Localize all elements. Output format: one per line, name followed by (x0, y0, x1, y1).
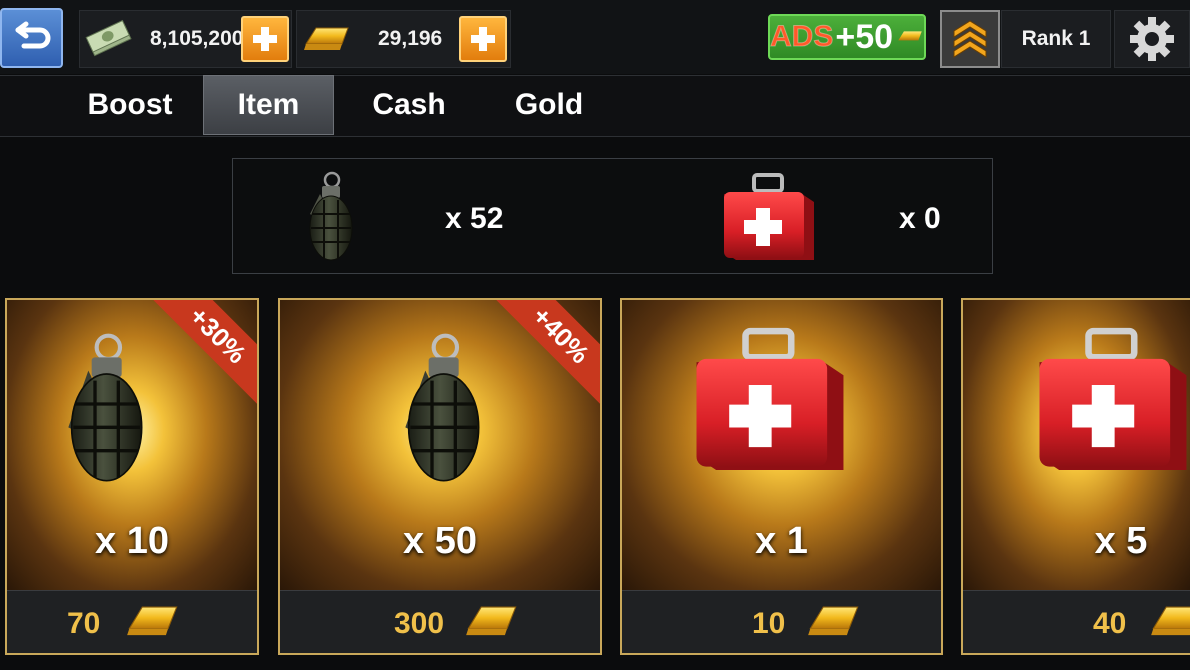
gold-bar-icon (898, 31, 922, 41)
card-price: 300 (394, 607, 445, 640)
gold-bar-icon (300, 20, 352, 61)
card-quantity: x 1 (755, 520, 808, 562)
back-arrow-icon (15, 21, 50, 49)
tab-item[interactable]: Item (203, 75, 334, 135)
gold-bar-icon (127, 606, 178, 636)
card-price-bar: 300 (280, 590, 600, 653)
medkit-icon (696, 327, 844, 470)
tab-boost[interactable]: Boost (62, 75, 198, 135)
medkit-icon (720, 172, 818, 271)
medkit-icon (1039, 327, 1187, 470)
back-button[interactable] (0, 8, 63, 68)
gold-bar-icon (1151, 606, 1190, 636)
card-quantity: x 10 (95, 520, 169, 562)
cash-icon (84, 18, 134, 65)
settings-button[interactable] (1114, 10, 1190, 68)
tab-label: Item (237, 88, 300, 121)
card-price: 10 (752, 607, 786, 640)
card-price-bar: 40 (963, 590, 1190, 653)
cash-amount: 8,105,200 (150, 27, 244, 50)
plus-icon (471, 27, 495, 51)
gold-amount: 29,196 (378, 27, 443, 50)
tab-label: Boost (87, 88, 173, 121)
rank-badge (940, 10, 1000, 68)
card-price: 40 (1093, 607, 1127, 640)
shop-card-medkit-1[interactable]: x 1 10 (620, 298, 943, 655)
gear-icon (1130, 17, 1174, 61)
card-quantity: x 5 (1094, 520, 1148, 562)
grenade-icon (300, 170, 360, 269)
tab-gold[interactable]: Gold (480, 75, 618, 135)
plus-icon (253, 27, 277, 51)
tab-label: Cash (372, 88, 446, 121)
card-price-bar: 70 (7, 590, 257, 653)
rank-chevron-icon (953, 20, 987, 58)
rank-panel: Rank 1 (1001, 10, 1111, 68)
card-price: 70 (67, 607, 101, 640)
grenade-icon (68, 333, 143, 482)
ads-bonus: +50 (835, 17, 894, 56)
grenade-count: x 52 (445, 202, 504, 235)
grenade-icon (405, 333, 480, 482)
shop-card-medkit-5[interactable]: x 5 40 (961, 298, 1190, 655)
rank-label: Rank 1 (1021, 27, 1091, 50)
tab-label: Gold (514, 88, 584, 121)
add-gold-button[interactable] (459, 16, 507, 62)
shop-card-grenade-10[interactable]: +30% x 10 70 (5, 298, 259, 655)
gold-bar-icon (466, 606, 517, 636)
medkit-count: x 0 (899, 202, 941, 235)
ads-label: ADS (769, 20, 834, 54)
card-price-bar: 10 (622, 590, 941, 653)
tab-cash[interactable]: Cash (340, 75, 478, 135)
ads-reward-button[interactable]: ADS +50 (768, 14, 926, 60)
shop-card-grenade-50[interactable]: +40% x 50 300 (278, 298, 602, 655)
add-cash-button[interactable] (241, 16, 289, 62)
card-quantity: x 50 (403, 520, 477, 562)
gold-bar-icon (808, 606, 859, 636)
